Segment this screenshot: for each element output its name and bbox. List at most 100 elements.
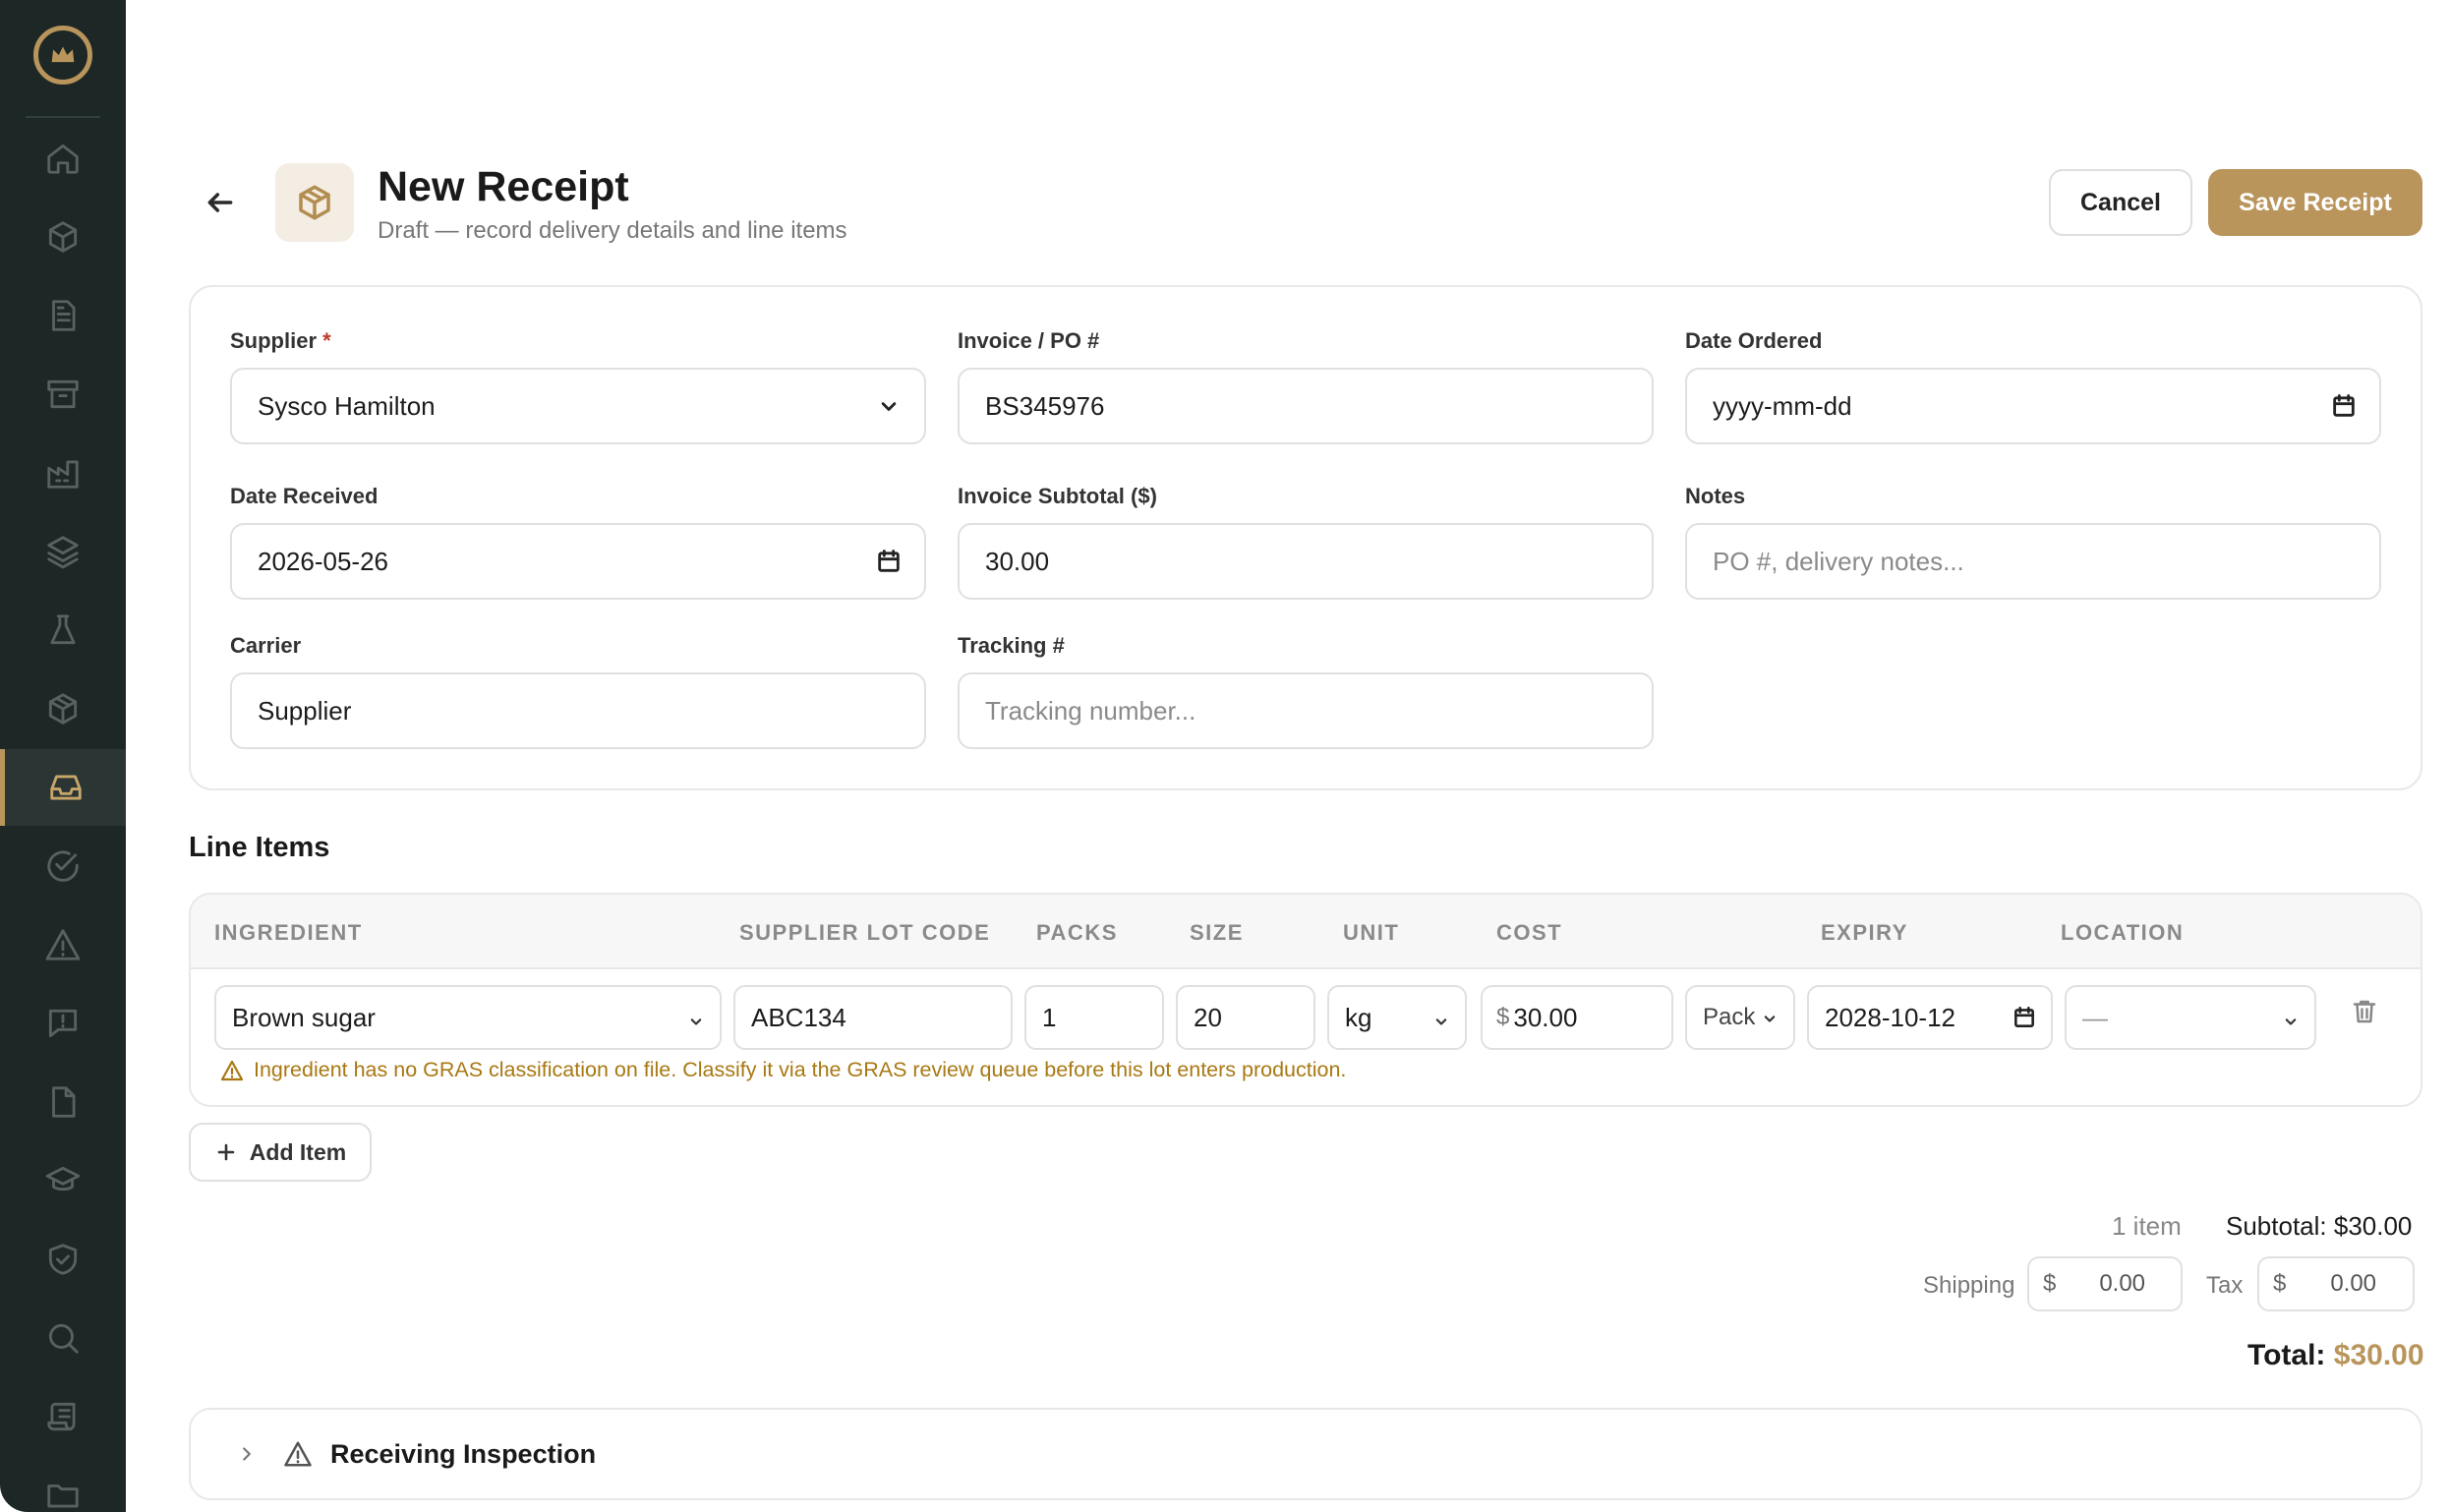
cancel-button[interactable]: Cancel bbox=[2049, 169, 2192, 236]
date-received-value: 2026-05-26 bbox=[258, 546, 388, 576]
sidebar-item-feedback[interactable] bbox=[0, 985, 126, 1062]
sidebar-item-records[interactable] bbox=[0, 1378, 126, 1455]
sidebar-item-alerts[interactable] bbox=[0, 906, 126, 983]
location-value: — bbox=[2082, 1002, 2108, 1032]
chevron-right-icon bbox=[236, 1443, 258, 1465]
tax-input[interactable]: $ 0.00 bbox=[2257, 1256, 2415, 1311]
tracking-field: Tracking # Tracking number... bbox=[958, 633, 1654, 749]
factory-icon bbox=[47, 460, 79, 489]
receipt-details-card: Supplier * Sysco Hamilton Invoice / PO #… bbox=[189, 285, 2422, 790]
ingredient-value: Brown sugar bbox=[232, 1002, 376, 1032]
tax-value: 0.00 bbox=[2330, 1270, 2377, 1297]
ingredient-select[interactable]: Brown sugar bbox=[214, 985, 722, 1050]
notes-field: Notes PO #, delivery notes... bbox=[1685, 484, 2381, 600]
page-title: New Receipt bbox=[378, 163, 629, 210]
column-header: SUPPLIER LOT CODE bbox=[739, 920, 991, 945]
gras-warning-text: Ingredient has no GRAS classification on… bbox=[254, 1058, 1347, 1081]
arrow-left-icon bbox=[207, 193, 233, 212]
expiry-input[interactable]: 2028-10-12 bbox=[1807, 985, 2053, 1050]
shipping-label: Shipping bbox=[1923, 1272, 2015, 1299]
sidebar-item-approvals[interactable] bbox=[0, 828, 126, 904]
location-select[interactable]: — bbox=[2065, 985, 2316, 1050]
column-header: INGREDIENT bbox=[214, 920, 363, 945]
date-ordered-input[interactable]: yyyy-mm-dd bbox=[1685, 368, 2381, 444]
cost-input[interactable]: $ 30.00 bbox=[1481, 985, 1673, 1050]
sidebar-item-packaging[interactable] bbox=[0, 670, 126, 747]
unit-value: kg bbox=[1345, 1002, 1372, 1032]
sidebar-item-archive[interactable] bbox=[0, 356, 126, 433]
chevron-down-icon bbox=[1431, 1008, 1451, 1027]
sidebar-item-products[interactable] bbox=[0, 199, 126, 275]
calendar-icon[interactable] bbox=[2330, 392, 2358, 420]
logo-crown-icon[interactable] bbox=[33, 26, 92, 85]
supplier-field: Supplier * Sysco Hamilton bbox=[230, 328, 926, 444]
supplier-label: Supplier bbox=[230, 328, 318, 353]
alert-triangle-icon bbox=[283, 1439, 313, 1469]
unit-select[interactable]: kg bbox=[1327, 985, 1467, 1050]
delete-row-button[interactable] bbox=[2350, 997, 2385, 1032]
calendar-icon[interactable] bbox=[875, 548, 903, 575]
sidebar-item-inventory[interactable] bbox=[0, 513, 126, 590]
package-open-icon bbox=[299, 185, 330, 220]
total: Total: $30.00 bbox=[2247, 1339, 2424, 1372]
back-button[interactable] bbox=[201, 183, 240, 222]
column-header: EXPIRY bbox=[1821, 920, 1908, 945]
currency-symbol: $ bbox=[1496, 1004, 1510, 1030]
sidebar-item-files[interactable] bbox=[0, 1064, 126, 1140]
add-item-button[interactable]: Add Item bbox=[189, 1123, 372, 1182]
sidebar-item-home[interactable] bbox=[0, 120, 126, 197]
notes-input[interactable]: PO #, delivery notes... bbox=[1685, 523, 2381, 600]
lot-code-input[interactable]: ABC134 bbox=[733, 985, 1013, 1050]
cost-basis-select[interactable]: Pack bbox=[1685, 985, 1795, 1050]
currency-symbol: $ bbox=[2043, 1270, 2057, 1297]
gras-warning: Ingredient has no GRAS classification on… bbox=[220, 1058, 1346, 1082]
invoice-value: BS345976 bbox=[985, 390, 1105, 421]
scroll-icon bbox=[47, 1402, 76, 1431]
sidebar-item-lab[interactable] bbox=[0, 592, 126, 669]
notes-label: Notes bbox=[1685, 484, 1746, 508]
tracking-input[interactable]: Tracking number... bbox=[958, 672, 1654, 749]
document-icon bbox=[52, 300, 76, 331]
size-input[interactable]: 20 bbox=[1176, 985, 1315, 1050]
save-receipt-button[interactable]: Save Receipt bbox=[2208, 169, 2422, 236]
column-header: PACKS bbox=[1036, 920, 1118, 945]
flask-icon bbox=[50, 614, 76, 645]
shipping-input[interactable]: $ 0.00 bbox=[2027, 1256, 2183, 1311]
column-header: LOCATION bbox=[2061, 920, 2185, 945]
alert-triangle-icon bbox=[220, 1060, 244, 1080]
sidebar-item-compliance[interactable] bbox=[0, 1221, 126, 1298]
sidebar-item-search[interactable] bbox=[0, 1300, 126, 1376]
file-icon bbox=[52, 1086, 76, 1118]
receiving-inspection-title: Receiving Inspection bbox=[330, 1438, 597, 1469]
shipping-value: 0.00 bbox=[2099, 1270, 2146, 1297]
invoice-label: Invoice / PO # bbox=[958, 328, 1100, 353]
date-ordered-value: yyyy-mm-dd bbox=[1713, 390, 1852, 421]
message-alert-icon bbox=[48, 1009, 78, 1038]
sidebar-item-receiving[interactable] bbox=[0, 749, 126, 826]
carrier-field: Carrier Supplier bbox=[230, 633, 926, 749]
date-received-field: Date Received 2026-05-26 bbox=[230, 484, 926, 600]
date-received-input[interactable]: 2026-05-26 bbox=[230, 523, 926, 600]
cost-basis-value: Pack bbox=[1703, 1004, 1756, 1030]
packs-input[interactable]: 1 bbox=[1024, 985, 1164, 1050]
sidebar-item-production[interactable] bbox=[0, 435, 126, 511]
date-ordered-label: Date Ordered bbox=[1685, 328, 1823, 353]
receiving-inspection-toggle[interactable]: Receiving Inspection bbox=[189, 1408, 2422, 1500]
date-ordered-field: Date Ordered yyyy-mm-dd bbox=[1685, 328, 2381, 444]
chevron-down-icon bbox=[1760, 1008, 1779, 1027]
trash-icon bbox=[2353, 1000, 2376, 1023]
search-icon bbox=[48, 1323, 79, 1354]
sidebar-item-folders[interactable] bbox=[0, 1457, 126, 1512]
supplier-select[interactable]: Sysco Hamilton bbox=[230, 368, 926, 444]
subtotal: Subtotal: $30.00 bbox=[2226, 1211, 2413, 1241]
tracking-label: Tracking # bbox=[958, 633, 1065, 658]
currency-symbol: $ bbox=[2273, 1270, 2287, 1297]
calendar-icon[interactable] bbox=[2012, 1005, 2037, 1030]
folder-icon bbox=[47, 1484, 79, 1508]
sidebar-item-training[interactable] bbox=[0, 1142, 126, 1219]
total-value: $30.00 bbox=[2333, 1339, 2424, 1371]
invoice-input[interactable]: BS345976 bbox=[958, 368, 1654, 444]
sidebar-item-documents[interactable] bbox=[0, 277, 126, 354]
invoice-subtotal-input[interactable]: 30.00 bbox=[958, 523, 1654, 600]
carrier-input[interactable]: Supplier bbox=[230, 672, 926, 749]
